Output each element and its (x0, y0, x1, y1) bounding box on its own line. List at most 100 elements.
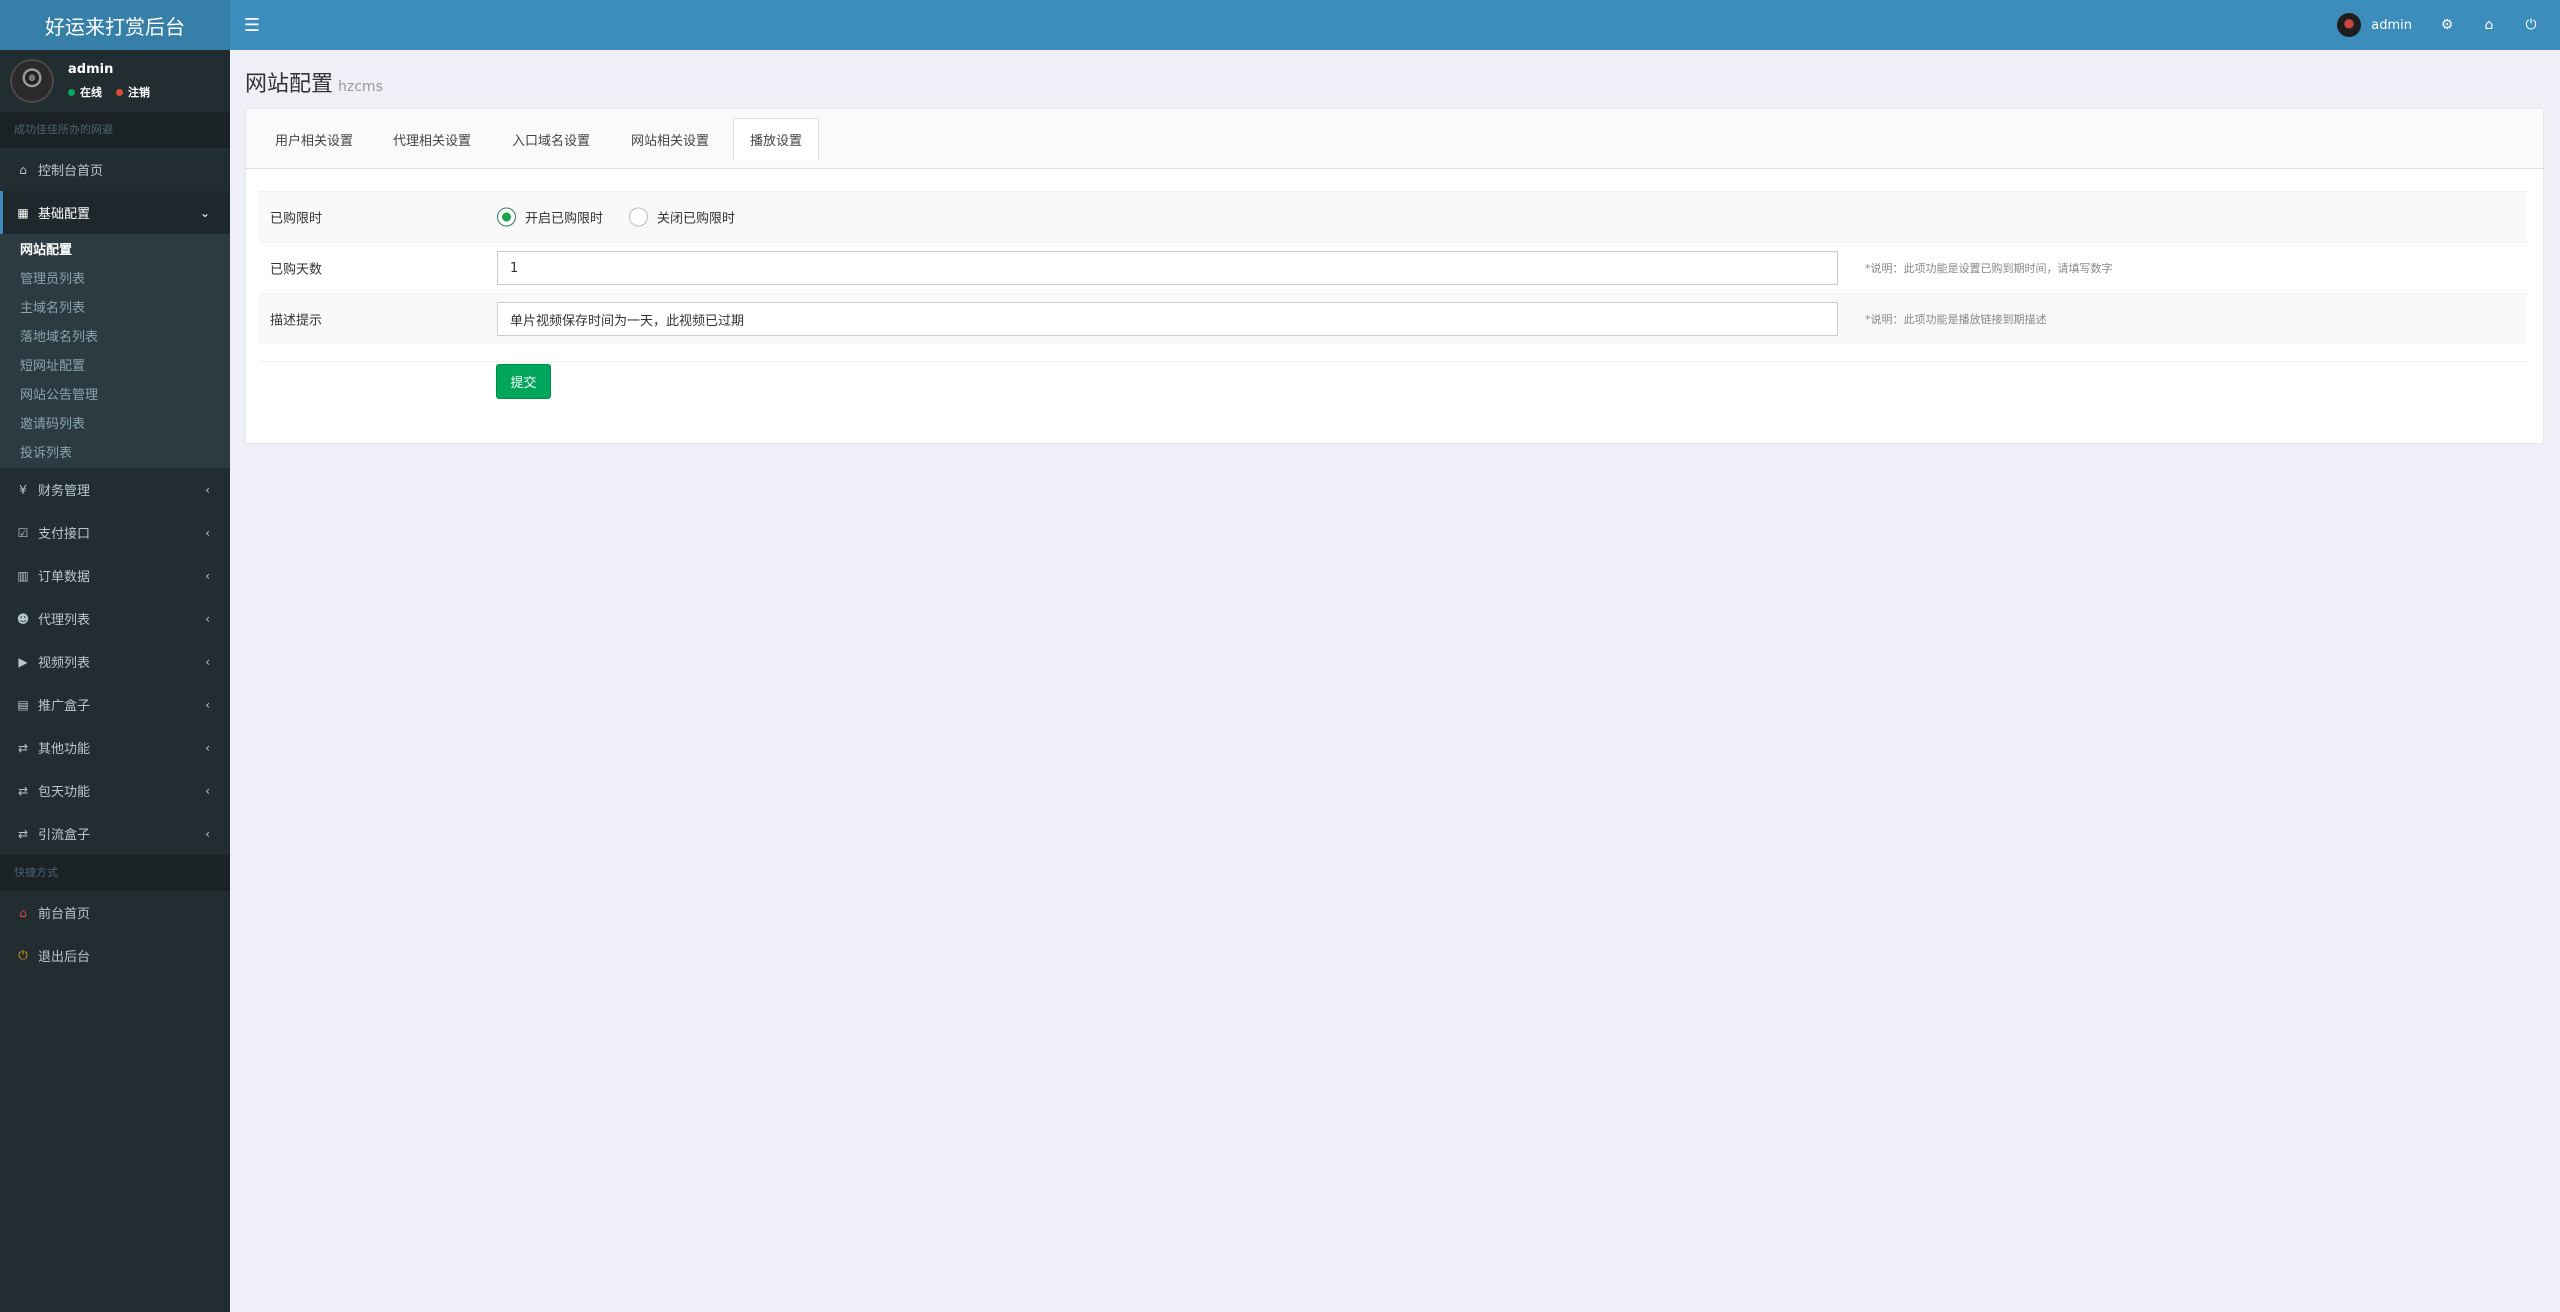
sidebar-item-frontend-home[interactable]: ⌂ 前台首页 (0, 891, 230, 934)
playback-settings-form: 已购限时 开启已购限时 关闭已购限时 已购天数 *说明：此项功能是设置已购到期时… (259, 191, 2527, 362)
settings-gears-icon[interactable]: ⚙ (2426, 0, 2468, 50)
top-navbar: ☰ admin ⚙ ⌂ ⏻ (230, 0, 2560, 50)
tab-user-settings[interactable]: 用户相关设置 (259, 118, 369, 160)
navbar-user-name: admin (2371, 17, 2412, 33)
form-row-description: 描述提示 *说明：此项功能是播放链接到期描述 (259, 293, 2527, 344)
chevron-left-icon: ‹ (205, 826, 210, 841)
check-square-icon: ☑ (17, 525, 29, 540)
chevron-left-icon: ‹ (205, 482, 210, 497)
purchase-days-label: 已购天数 (270, 262, 323, 278)
online-dot-icon (68, 88, 75, 96)
page-title: 网站配置 (245, 72, 334, 97)
users-icon: ☻ (16, 611, 30, 626)
submit-button[interactable]: 提交 (496, 364, 551, 399)
radio-disable-label[interactable]: 关闭已购限时 (657, 208, 735, 227)
sidebar-item-label: 前台首页 (38, 907, 91, 922)
sidebar-item-payment[interactable]: ☑ 支付接口 ‹ (0, 511, 230, 554)
chevron-left-icon: ‹ (205, 525, 210, 540)
table-icon: ▤ (17, 697, 29, 712)
sidebar-item-dashboard[interactable]: ⌂ 控制台首页 (0, 148, 230, 191)
submenu-item-invite-code-list[interactable]: 邀请码列表 (0, 410, 230, 439)
chevron-down-icon: ⌄ (199, 205, 210, 220)
sidebar-item-finance[interactable]: ¥ 财务管理 ‹ (0, 468, 230, 511)
purchase-limit-radio-group: 开启已购限时 关闭已购限时 (497, 207, 761, 227)
video-icon: ▶ (18, 654, 28, 669)
online-status: 在线 (68, 84, 102, 100)
chevron-left-icon: ‹ (205, 654, 210, 669)
sidebar-item-traffic-box[interactable]: ⇄ 引流盒子 ‹ (0, 812, 230, 855)
sidebar-item-label: 包天功能 (38, 785, 91, 800)
home-icon: ⌂ (19, 905, 27, 920)
tab-entry-domain-settings[interactable]: 入口域名设置 (496, 118, 606, 160)
sidebar-item-label: 代理列表 (38, 613, 91, 628)
purchase-days-help: *说明：此项功能是设置已购到期时间，请填写数字 (1865, 262, 2113, 275)
navbar-avatar (2337, 13, 2362, 37)
sidebar-item-basic-config[interactable]: ▦ 基础配置 ⌄ (0, 191, 230, 234)
submenu-item-main-domain-list[interactable]: 主域名列表 (0, 294, 230, 323)
chevron-left-icon: ‹ (205, 611, 210, 626)
sidebar-item-label: 推广盒子 (38, 699, 91, 714)
settings-box: 用户相关设置 代理相关设置 入口域名设置 网站相关设置 播放设置 已购限时 开启… (245, 108, 2544, 444)
radio-disable-purchase-limit[interactable] (629, 207, 649, 227)
description-help: *说明：此项功能是播放链接到期描述 (1865, 313, 2047, 326)
navbar-right: admin ⚙ ⌂ ⏻ (2323, 0, 2560, 50)
sidebar-item-label: 退出后台 (38, 950, 91, 965)
submenu-item-admin-list[interactable]: 管理员列表 (0, 265, 230, 294)
settings-tabs: 用户相关设置 代理相关设置 入口域名设置 网站相关设置 播放设置 (246, 109, 2543, 169)
yen-icon: ¥ (19, 482, 27, 497)
sidebar-item-label: 基础配置 (38, 207, 91, 222)
chevron-left-icon: ‹ (205, 697, 210, 712)
description-label: 描述提示 (270, 313, 323, 329)
sidebar-submenu: 网站配置 管理员列表 主域名列表 落地域名列表 短网址配置 网站公告管理 邀请码… (0, 234, 230, 468)
tab-agent-settings[interactable]: 代理相关设置 (377, 118, 487, 160)
tab-site-settings[interactable]: 网站相关设置 (615, 118, 725, 160)
retweet-icon: ⇄ (17, 783, 29, 798)
chevron-left-icon: ‹ (205, 568, 210, 583)
chevron-left-icon: ‹ (205, 783, 210, 798)
chevron-left-icon: ‹ (205, 740, 210, 755)
grid-icon: ▦ (17, 205, 29, 220)
sidebar-item-label: 控制台首页 (38, 164, 104, 179)
sidebar-item-label: 其他功能 (38, 742, 91, 757)
form-divider (259, 344, 2527, 362)
submenu-item-complaint-list[interactable]: 投诉列表 (0, 439, 230, 468)
description-input[interactable] (497, 302, 1838, 336)
user-status: 在线 注销 (68, 84, 164, 100)
logout-label: 注销 (128, 86, 150, 99)
radio-enable-purchase-limit[interactable] (497, 207, 516, 227)
sidebar-item-label: 视频列表 (38, 656, 91, 671)
bar-chart-icon: ▥ (17, 568, 29, 583)
logout-link[interactable]: 注销 (116, 84, 150, 100)
navbar-user-menu[interactable]: admin (2323, 13, 2426, 37)
submenu-item-landing-domain-list[interactable]: 落地域名列表 (0, 323, 230, 352)
submenu-item-site-config[interactable]: 网站配置 (0, 236, 230, 265)
main-content: 网站配置 hzcms 用户相关设置 代理相关设置 入口域名设置 网站相关设置 播… (230, 50, 2560, 1312)
sidebar-item-videos[interactable]: ▶ 视频列表 ‹ (0, 640, 230, 683)
tab-playback-settings[interactable]: 播放设置 (733, 118, 820, 161)
home-icon[interactable]: ⌂ (2468, 0, 2510, 50)
sidebar-item-promo-box[interactable]: ▤ 推广盒子 ‹ (0, 683, 230, 726)
submenu-item-announcement[interactable]: 网站公告管理 (0, 381, 230, 410)
power-icon: ⏻ (18, 948, 28, 962)
sidebar-item-label: 财务管理 (38, 484, 91, 499)
sidebar-item-agents[interactable]: ☻ 代理列表 ‹ (0, 597, 230, 640)
sidebar-toggle-icon[interactable]: ☰ (230, 0, 274, 50)
sidebar-item-label: 订单数据 (38, 570, 91, 585)
form-row-purchase-limit: 已购限时 开启已购限时 关闭已购限时 (259, 191, 2527, 242)
radio-enable-label[interactable]: 开启已购限时 (525, 208, 603, 227)
sidebar-shortcut-title: 快捷方式 (0, 855, 230, 891)
app-logo[interactable]: 好运来打赏后台 (0, 0, 230, 50)
submenu-item-short-url-config[interactable]: 短网址配置 (0, 352, 230, 381)
sidebar: admin 在线 注销 成功佳佳所办的网避 ⌂ 控制台首页 ▦ 基础配置 ⌄ 网… (0, 50, 230, 1312)
sidebar-item-orders[interactable]: ▥ 订单数据 ‹ (0, 554, 230, 597)
sidebar-item-daily-package[interactable]: ⇄ 包天功能 ‹ (0, 769, 230, 812)
power-icon[interactable]: ⏻ (2510, 0, 2552, 50)
purchase-days-input[interactable] (497, 251, 1838, 285)
sidebar-item-logout[interactable]: ⏻ 退出后台 (0, 934, 230, 977)
online-label: 在线 (80, 86, 102, 99)
retweet-icon: ⇄ (17, 826, 29, 841)
sidebar-item-other-features[interactable]: ⇄ 其他功能 ‹ (0, 726, 230, 769)
sidebar-item-label: 引流盒子 (38, 828, 91, 843)
user-panel: admin 在线 注销 (0, 50, 230, 112)
sidebar-section-title: 成功佳佳所办的网避 (0, 112, 230, 148)
